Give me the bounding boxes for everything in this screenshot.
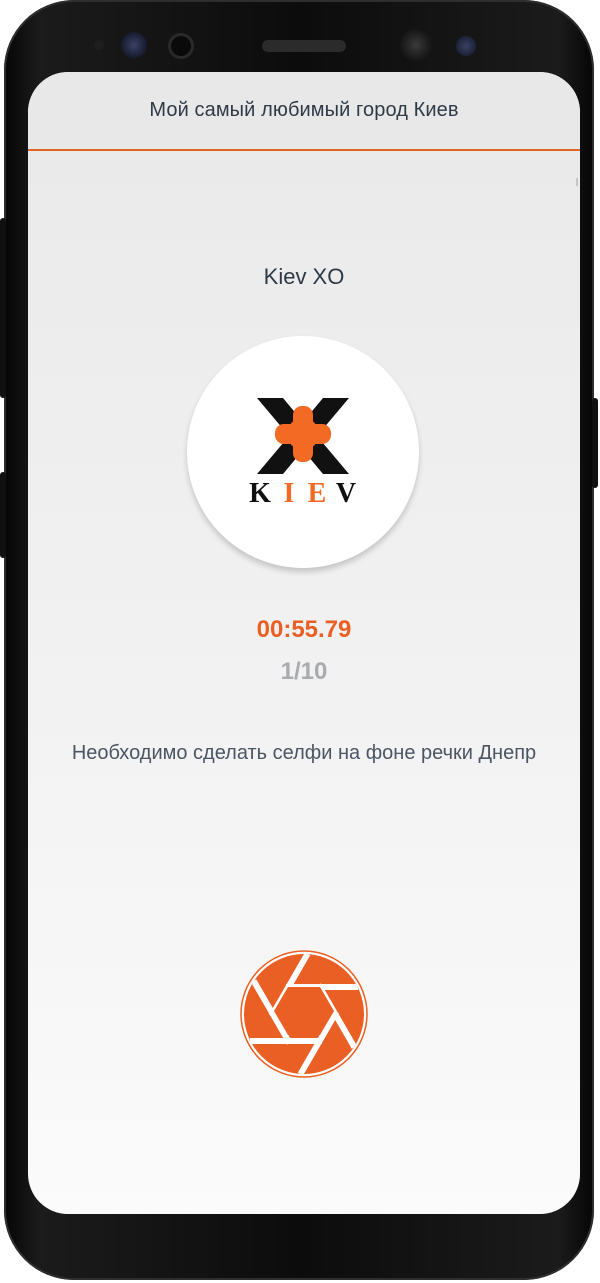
page-title: Мой самый любимый город Киев bbox=[149, 99, 459, 121]
camera-button[interactable] bbox=[238, 948, 370, 1080]
quest-logo: K I E V bbox=[187, 336, 419, 568]
logo-letter-e: E bbox=[308, 478, 327, 509]
logo-letter-v: V bbox=[336, 478, 356, 509]
kiev-xo-logo-icon: K I E V bbox=[249, 398, 356, 509]
sensor-light-icon bbox=[456, 36, 476, 56]
iris-sensor-icon bbox=[121, 32, 147, 58]
power-button bbox=[592, 398, 598, 488]
quest-title: Kiev XO bbox=[263, 264, 345, 289]
phone-frame: Мой самый любимый город Киев Kiev XO K I… bbox=[0, 0, 598, 1280]
app-bar: Мой самый любимый город Киев bbox=[28, 72, 580, 151]
bixby-button bbox=[0, 472, 6, 558]
camera-shutter-icon bbox=[240, 950, 368, 1078]
timer: 00:55.79 bbox=[256, 616, 352, 643]
front-camera-icon bbox=[400, 29, 432, 61]
volume-button bbox=[0, 218, 6, 398]
earpiece-speaker bbox=[262, 40, 346, 52]
task-progress: 1/10 bbox=[280, 658, 328, 685]
scrollbar[interactable] bbox=[576, 178, 578, 186]
logo-letter-k: K bbox=[249, 478, 271, 509]
sensor-dot bbox=[94, 40, 104, 50]
logo-letter-i: I bbox=[284, 478, 295, 509]
task-description: Необходимо сделать селфи на фоне речки Д… bbox=[71, 742, 537, 764]
proximity-sensor-icon bbox=[171, 36, 191, 56]
app-screen: Мой самый любимый город Киев Kiev XO K I… bbox=[28, 72, 580, 1214]
